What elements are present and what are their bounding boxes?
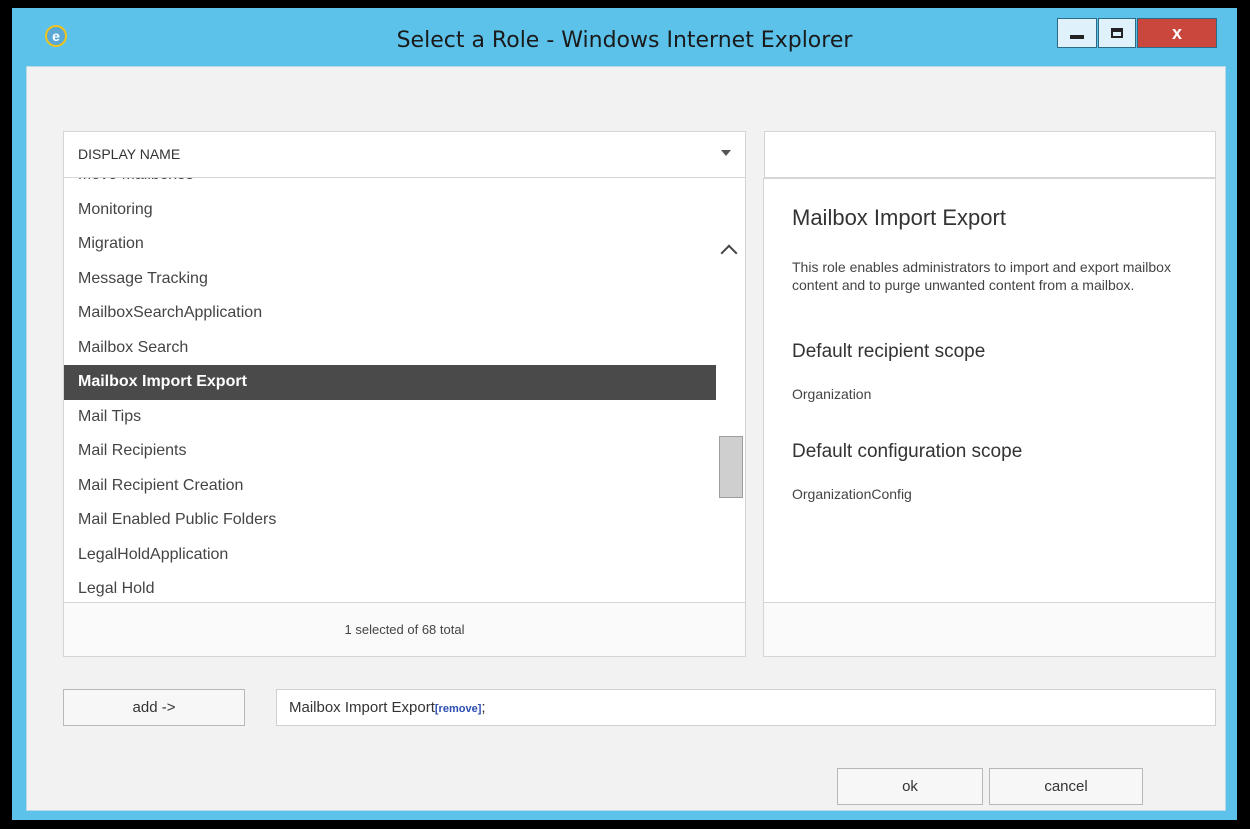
selection-count: 1 selected of 68 total	[64, 602, 745, 656]
close-button[interactable]: x	[1137, 18, 1217, 48]
list-item[interactable]: Monitoring	[64, 193, 716, 228]
details-title: Mailbox Import Export	[792, 205, 1006, 230]
list-item[interactable]: Move Mailboxes	[64, 178, 716, 193]
close-icon: x	[1171, 22, 1182, 43]
minimize-button[interactable]	[1057, 18, 1097, 48]
list-item[interactable]: Message Tracking	[64, 262, 716, 297]
recipient-scope-heading: Default recipient scope	[792, 341, 986, 362]
title-bar[interactable]: e Select a Role - Windows Internet Explo…	[12, 8, 1237, 66]
details-footer	[764, 602, 1215, 656]
scroll-up-button[interactable]	[719, 240, 739, 262]
maximize-icon	[1111, 28, 1123, 38]
list-item[interactable]: Mail Recipients	[64, 434, 716, 469]
selected-role-name: Mailbox Import Export	[289, 699, 435, 716]
window-title: Select a Role - Windows Internet Explore…	[396, 28, 853, 53]
configuration-scope-heading: Default configuration scope	[792, 441, 1023, 462]
scrollbar-thumb[interactable]	[719, 436, 743, 498]
configuration-scope-value: OrganizationConfig	[792, 486, 912, 502]
role-list-panel: DISPLAY NAME Move Mailboxes Monitoring M…	[63, 131, 746, 657]
column-header-label: DISPLAY NAME	[78, 146, 181, 162]
list-item[interactable]: Mail Tips	[64, 400, 716, 435]
role-list-items: Move Mailboxes Monitoring Migration Mess…	[64, 178, 716, 604]
selected-roles-field[interactable]: Mailbox Import Export[remove];	[276, 689, 1216, 726]
details-header-box	[764, 131, 1216, 178]
dialog-content: DISPLAY NAME Move Mailboxes Monitoring M…	[26, 66, 1226, 811]
cancel-button[interactable]: cancel	[989, 768, 1143, 805]
details-description: This role enables administrators to impo…	[792, 259, 1171, 293]
list-item[interactable]: Mail Enabled Public Folders	[64, 503, 716, 538]
role-details-panel: Mailbox Import Export This role enables …	[763, 178, 1216, 657]
role-list[interactable]: Move Mailboxes Monitoring Migration Mess…	[64, 178, 745, 604]
list-item-selected[interactable]: Mailbox Import Export	[64, 365, 716, 400]
remove-link[interactable]: [remove]	[435, 703, 481, 715]
browser-window: e Select a Role - Windows Internet Explo…	[12, 8, 1237, 820]
list-item[interactable]: MailboxSearchApplication	[64, 296, 716, 331]
maximize-button[interactable]	[1098, 18, 1136, 48]
list-item[interactable]: Migration	[64, 227, 716, 262]
list-item[interactable]: Legal Hold	[64, 572, 716, 604]
column-header-display-name[interactable]: DISPLAY NAME	[64, 132, 745, 178]
add-button[interactable]: add ->	[63, 689, 245, 726]
list-item[interactable]: Mail Recipient Creation	[64, 469, 716, 504]
list-item[interactable]: Mailbox Search	[64, 331, 716, 366]
chevron-up-icon	[720, 244, 738, 262]
list-item[interactable]: LegalHoldApplication	[64, 538, 716, 573]
chevron-down-icon[interactable]	[721, 150, 731, 156]
recipient-scope-value: Organization	[792, 386, 872, 402]
minimize-icon	[1070, 35, 1084, 39]
ok-button[interactable]: ok	[837, 768, 983, 805]
selected-separator: ;	[481, 699, 486, 716]
